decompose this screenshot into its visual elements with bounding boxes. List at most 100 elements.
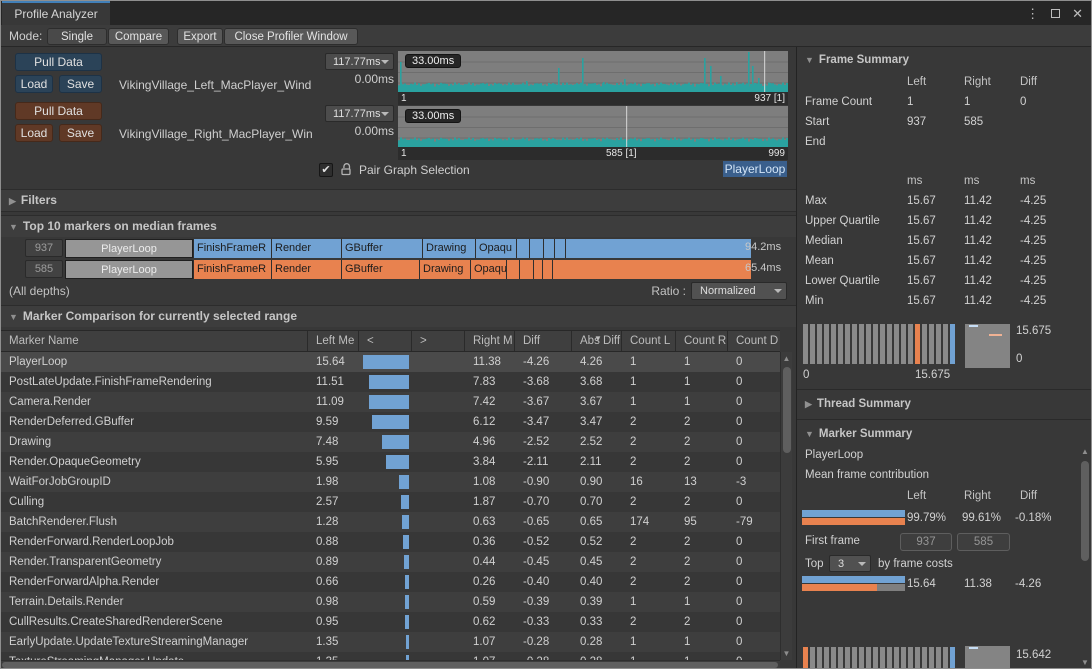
marker-segment[interactable]: PlayerLoop — [65, 260, 193, 279]
marker-segment-small[interactable] — [530, 239, 543, 258]
table-row[interactable]: TextureStreamingManager.Update1.351.07-0… — [1, 652, 780, 660]
marker-segment[interactable]: Render — [272, 260, 341, 279]
kebab-menu-icon[interactable]: ⋮ — [1026, 7, 1039, 20]
column-header--[interactable]: < — [358, 331, 411, 351]
table-row[interactable]: PostLateUpdate.FinishFrameRendering11.51… — [1, 372, 780, 392]
marker-segment-small[interactable] — [566, 239, 751, 258]
table-row[interactable]: Camera.Render11.097.42-3.673.67110 — [1, 392, 780, 412]
right-range-dropdown[interactable]: 117.77ms — [325, 105, 394, 122]
scrollbar-thumb[interactable] — [1081, 461, 1089, 561]
marker-segment[interactable]: FinishFrameR — [194, 260, 271, 279]
table-row[interactable]: EarlyUpdate.UpdateTextureStreamingManage… — [1, 632, 780, 652]
close-icon[interactable]: ✕ — [1072, 7, 1083, 20]
marker-segment-small[interactable] — [544, 239, 554, 258]
column-header-count-r[interactable]: Count R — [675, 331, 727, 351]
scrollbar-thumb[interactable] — [783, 367, 791, 453]
table-row[interactable]: Render.OpaqueGeometry5.953.84-2.112.1122… — [1, 452, 780, 472]
table-row[interactable]: Render.TransparentGeometry0.890.44-0.450… — [1, 552, 780, 572]
marker-segment-small[interactable] — [534, 260, 542, 279]
frame-number-button[interactable]: 937 — [25, 239, 63, 257]
marker-boxplot[interactable] — [965, 646, 1010, 669]
top10-section-header[interactable]: ▼Top 10 markers on median frames — [1, 215, 796, 237]
marker-segment[interactable]: Opaqu — [471, 260, 506, 279]
table-row[interactable]: CullResults.CreateSharedRendererScene0.9… — [1, 612, 780, 632]
marker-segment[interactable]: Drawing — [423, 239, 475, 258]
table-row[interactable]: RenderForwardAlpha.Render0.660.26-0.400.… — [1, 572, 780, 592]
scroll-up-icon[interactable]: ▲ — [781, 354, 792, 363]
frame-time-histogram[interactable] — [803, 324, 955, 364]
load-right-button[interactable]: Load — [15, 124, 53, 142]
collapsed-arrow-icon: ▶ — [9, 196, 16, 206]
table-row[interactable]: Drawing7.484.96-2.522.52220 — [1, 432, 780, 452]
column-header-diff[interactable]: Diff — [514, 331, 571, 351]
mode-single-button[interactable]: Single — [47, 28, 107, 45]
table-row[interactable]: Terrain.Details.Render0.980.59-0.390.391… — [1, 592, 780, 612]
table-horizontal-scrollbar[interactable] — [1, 660, 780, 669]
summary-scrollbar[interactable]: ▲ ▼ — [1079, 445, 1091, 669]
comparison-section-header[interactable]: ▼Marker Comparison for currently selecte… — [1, 305, 796, 327]
ratio-dropdown[interactable]: Normalized — [691, 282, 787, 300]
pull-data-right-button[interactable]: Pull Data — [15, 102, 102, 120]
marker-segment[interactable]: GBuffer — [342, 260, 419, 279]
table-row[interactable]: Culling2.571.87-0.700.70220 — [1, 492, 780, 512]
marker-segment-small[interactable] — [555, 239, 565, 258]
column-header-right-m[interactable]: Right M — [464, 331, 514, 351]
table-row[interactable]: BatchRenderer.Flush1.280.63-0.650.651749… — [1, 512, 780, 532]
save-left-button[interactable]: Save — [59, 75, 102, 93]
frame-number-button[interactable]: 585 — [25, 260, 63, 278]
filters-section[interactable]: ▶Filters — [1, 189, 796, 212]
column-header-count-l[interactable]: Count L — [621, 331, 675, 351]
maximize-icon[interactable] — [1051, 9, 1060, 18]
pull-data-left-button[interactable]: Pull Data — [15, 53, 102, 71]
scrollbar-thumb[interactable] — [2, 662, 778, 668]
scroll-down-icon[interactable]: ▼ — [1079, 658, 1091, 667]
scroll-down-icon[interactable]: ▼ — [781, 649, 792, 658]
marker-segment-small[interactable] — [517, 239, 529, 258]
table-row[interactable]: RenderForward.RenderLoopJob0.880.36-0.52… — [1, 532, 780, 552]
tab-profile-analyzer[interactable]: Profile Analyzer — [2, 1, 110, 25]
marker-segment[interactable]: Render — [272, 239, 341, 258]
marker-segment-small[interactable] — [507, 260, 519, 279]
value-cell — [358, 432, 411, 452]
marker-timeline-bar[interactable]: PlayerLoopFinishFrameRRenderGBufferDrawi… — [65, 260, 741, 279]
load-left-button[interactable]: Load — [15, 75, 53, 93]
marker-segment[interactable]: GBuffer — [342, 239, 422, 258]
column-header-left-me[interactable]: Left Me — [307, 331, 358, 351]
column-header-count-d[interactable]: Count D — [727, 331, 780, 351]
export-button[interactable]: Export — [177, 28, 223, 45]
marker-timeline-bar[interactable]: PlayerLoopFinishFrameRRenderGBufferDrawi… — [65, 239, 741, 258]
left-range-dropdown[interactable]: 117.77ms — [325, 53, 394, 70]
top-n-dropdown[interactable]: 3 — [829, 555, 871, 572]
value-cell — [411, 652, 464, 660]
table-row[interactable]: RenderDeferred.GBuffer9.596.12-3.473.472… — [1, 412, 780, 432]
table-row[interactable]: WaitForJobGroupID1.981.08-0.900.901613-3 — [1, 472, 780, 492]
first-frame-right-button[interactable]: 585 — [957, 533, 1010, 551]
value-cell: 0.62 — [464, 612, 514, 632]
left-frame-graph[interactable]: 33.00ms — [398, 51, 788, 92]
column-header--[interactable]: > — [411, 331, 464, 351]
frame-time-boxplot[interactable] — [965, 324, 1010, 368]
right-frame-graph[interactable]: 33.00ms — [398, 106, 788, 147]
marker-segment-small[interactable] — [553, 260, 751, 279]
marker-segment-small[interactable] — [543, 260, 552, 279]
marker-segment-small[interactable] — [520, 260, 533, 279]
marker-segment[interactable]: Opaqu — [476, 239, 516, 258]
column-header-abs-diff[interactable]: Abs Diff▼ — [571, 331, 621, 351]
marker-segment[interactable]: FinishFrameR — [194, 239, 271, 258]
marker-segment[interactable]: Drawing — [420, 260, 470, 279]
marker-segment[interactable]: PlayerLoop — [65, 239, 193, 258]
histogram-bar — [873, 647, 878, 669]
column-header-marker-name[interactable]: Marker Name — [1, 331, 307, 351]
close-profiler-window-button[interactable]: Close Profiler Window — [224, 28, 358, 45]
first-frame-left-button[interactable]: 937 — [900, 533, 952, 551]
marker-summary-header[interactable]: ▼Marker Summary — [805, 428, 912, 440]
table-row[interactable]: PlayerLoop15.6411.38-4.264.26110 — [1, 352, 780, 372]
pair-graph-checkbox[interactable]: ✔ — [319, 163, 333, 177]
save-right-button[interactable]: Save — [59, 124, 102, 142]
mode-compare-button[interactable]: Compare — [108, 28, 169, 45]
frame-summary-header[interactable]: ▼Frame Summary — [805, 54, 909, 66]
marker-histogram[interactable] — [803, 647, 955, 669]
thread-summary-header[interactable]: ▶Thread Summary — [805, 398, 911, 410]
scroll-up-icon[interactable]: ▲ — [1079, 447, 1091, 456]
table-vertical-scrollbar[interactable]: ▲ ▼ — [780, 352, 792, 660]
